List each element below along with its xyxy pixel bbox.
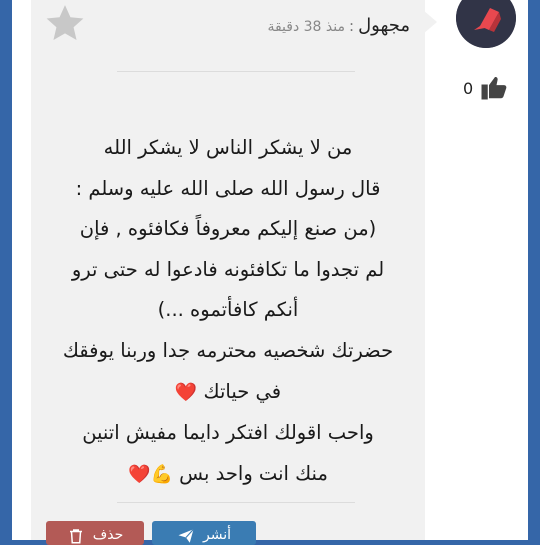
message-line-text: في حياتك xyxy=(197,379,282,403)
message-time: منذ 38 دقيقة xyxy=(267,19,345,35)
message-bubble-tail xyxy=(423,10,437,34)
share-button[interactable]: أنشر xyxy=(152,521,256,545)
message-line: (من صنع إليكم معروفاً فكافئوه , فإن xyxy=(79,217,377,241)
message-line: لم تجدوا ما تكافئونه فادعوا له حتى ترو xyxy=(71,257,385,281)
like-count: 0 xyxy=(463,79,474,98)
thumbs-up-icon[interactable] xyxy=(479,72,509,102)
message-body: من لا يشكر الناس لا يشكر الله قال رسول ا… xyxy=(31,128,425,495)
share-button-label: أنشر xyxy=(203,527,231,543)
message-line: قال رسول الله صلى الله عليه وسلم : xyxy=(75,176,381,200)
header-divider xyxy=(117,71,355,72)
delete-button-label: حذف xyxy=(92,527,124,543)
star-icon[interactable] xyxy=(44,2,86,44)
message-line: حضرتك شخصيه محترمه جدا وربنا يوفقك xyxy=(62,338,394,362)
message-line: من لا يشكر الناس لا يشكر الله xyxy=(103,136,353,159)
paper-plane-icon xyxy=(177,527,195,545)
message-line-text: منك انت واحد بس xyxy=(172,461,328,485)
message-line: أنكم كافأتموه ...) xyxy=(157,298,299,322)
footer-divider xyxy=(117,502,355,503)
message-line: واحب اقولك افتكر دايما مفيش اتنين xyxy=(82,421,374,445)
delete-button[interactable]: حذف xyxy=(46,521,144,545)
message-header: مجهول:منذ 38 دقيقة xyxy=(267,15,410,36)
message-line-with-emoji: في حياتك ❤️ xyxy=(31,372,425,414)
trash-icon xyxy=(67,527,85,545)
message-line-with-emoji: منك انت واحد بس 💪❤️ xyxy=(31,454,425,496)
flex-heart-emoji: 💪❤️ xyxy=(128,463,173,485)
header-separator: : xyxy=(349,17,355,35)
heart-emoji: ❤️ xyxy=(174,381,198,403)
sender-name: مجهول xyxy=(358,15,410,36)
